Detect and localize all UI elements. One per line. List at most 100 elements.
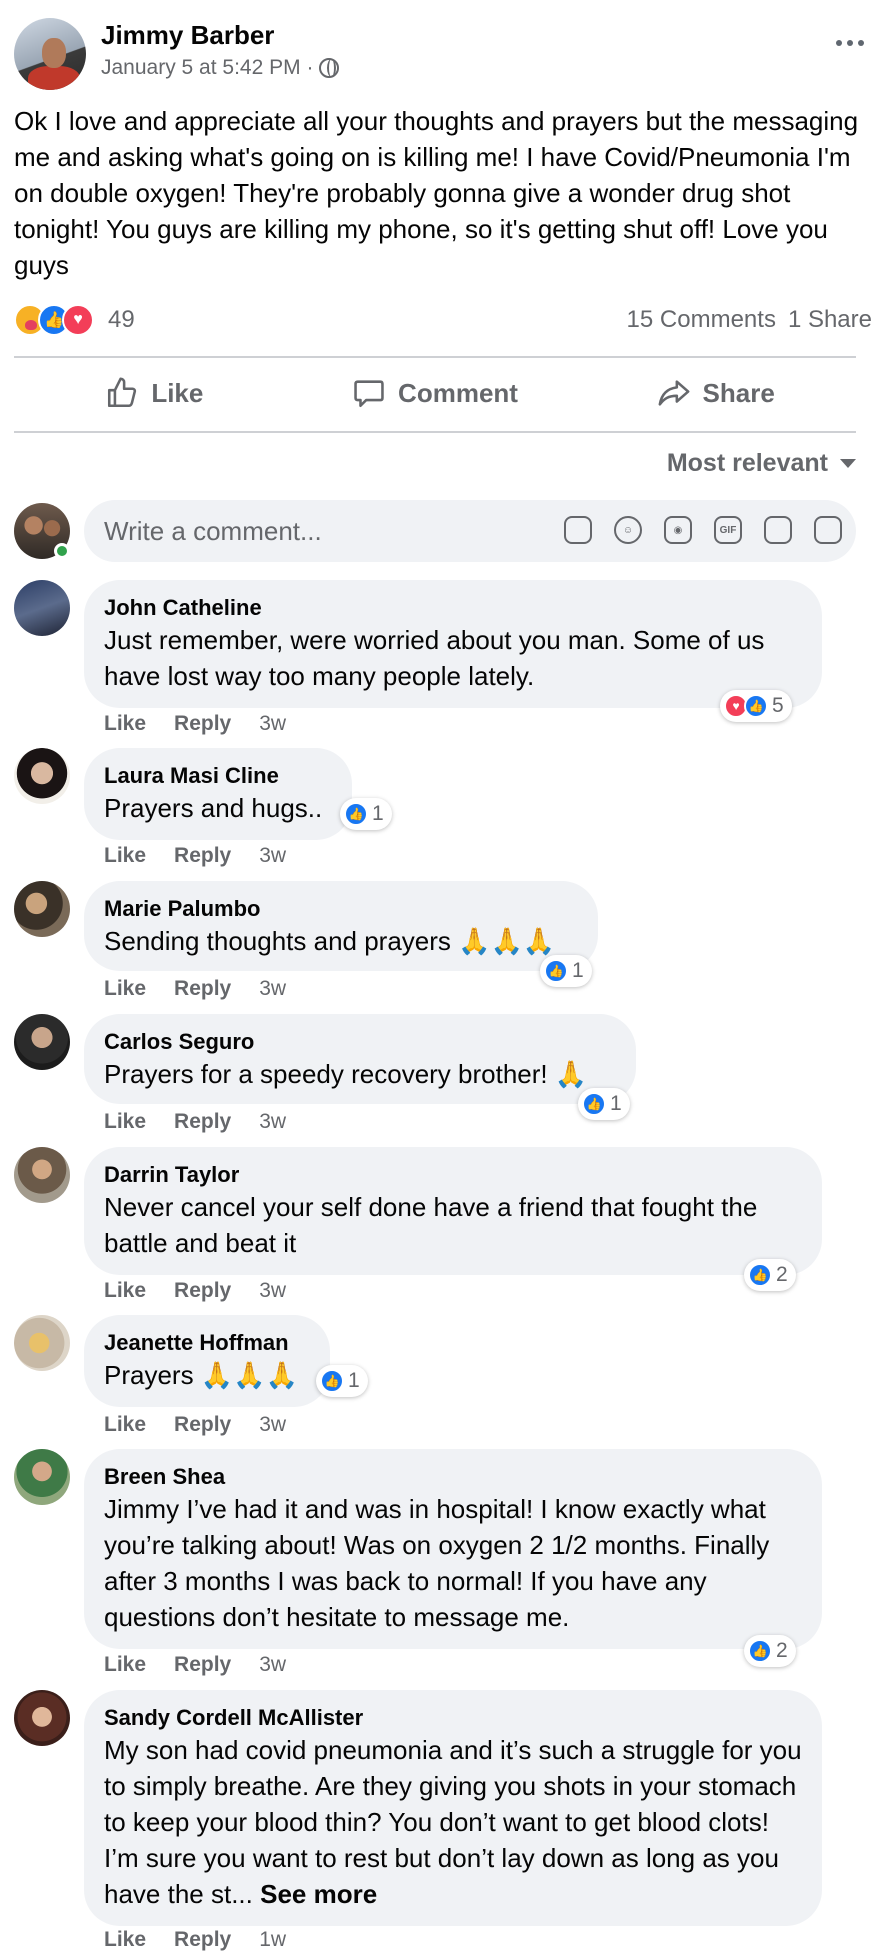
share-button[interactable]: Share — [575, 360, 856, 426]
commenter-avatar[interactable] — [14, 1449, 70, 1505]
sticker-icon[interactable] — [764, 516, 792, 544]
comment-reaction-count: 1 — [572, 959, 584, 982]
comment-reactions[interactable]: 👍 1 — [340, 798, 392, 830]
comment-reply-button[interactable]: Reply — [174, 1653, 231, 1677]
comment-composer: ☺ ◉ GIF — [84, 500, 856, 562]
comment-reply-button[interactable]: Reply — [174, 1413, 231, 1437]
commenter-avatar[interactable] — [14, 1690, 70, 1746]
author-name[interactable]: Jimmy Barber — [101, 20, 274, 51]
comment-like-button[interactable]: Like — [104, 1653, 146, 1677]
see-more-link[interactable]: See more — [260, 1879, 377, 1909]
comment-time[interactable]: 3w — [259, 844, 286, 868]
commenter-avatar[interactable] — [14, 1147, 70, 1203]
author-avatar[interactable] — [14, 18, 86, 90]
commenter-name[interactable]: Breen Shea — [104, 1463, 802, 1491]
comment-text-content: Prayers — [104, 1360, 194, 1390]
composer-tools: ☺ ◉ GIF — [564, 516, 842, 544]
avatar-sticker-icon[interactable] — [564, 516, 592, 544]
comment-time[interactable]: 3w — [259, 977, 286, 1001]
comment-bubble: Sandy Cordell McAllister My son had covi… — [84, 1690, 822, 1926]
like-reaction-icon: 👍 — [748, 1263, 772, 1287]
comment-text: Never cancel your self done have a frien… — [104, 1192, 758, 1258]
commenter-avatar[interactable] — [14, 748, 70, 804]
commenter-avatar[interactable] — [14, 1014, 70, 1070]
camera-icon[interactable]: ◉ — [664, 516, 692, 544]
comment-like-button[interactable]: Like — [104, 977, 146, 1001]
like-reaction-icon: 👍 — [320, 1369, 344, 1393]
comment-text: Prayers 🙏🙏🙏 — [104, 1357, 310, 1393]
comment-bubble: Breen Shea Jimmy I’ve had it and was in … — [84, 1449, 822, 1649]
sort-label: Most relevant — [666, 449, 828, 477]
comment-reply-button[interactable]: Reply — [174, 1110, 231, 1134]
emoji-icon[interactable]: ☺ — [614, 516, 642, 544]
post-timestamp[interactable]: January 5 at 5:42 PM · — [101, 56, 313, 80]
commenter-name[interactable]: Laura Masi Cline — [104, 762, 332, 790]
comment-time[interactable]: 1w — [259, 1928, 286, 1952]
commenter-avatar[interactable] — [14, 1315, 70, 1371]
comment-reactions[interactable]: 👍 2 — [744, 1259, 796, 1291]
reactions-summary[interactable]: 👍 ♥ 49 — [14, 302, 135, 338]
post-text: Ok I love and appreciate all your though… — [14, 106, 859, 280]
comment-text: Sending thoughts and prayers 🙏🙏🙏 — [104, 923, 578, 959]
comment-reply-button[interactable]: Reply — [174, 1928, 231, 1952]
comment-reply-button[interactable]: Reply — [174, 844, 231, 868]
caret-down-icon — [840, 459, 856, 468]
commenter-name[interactable]: Marie Palumbo — [104, 895, 578, 923]
comment-button[interactable]: Comment — [295, 360, 576, 426]
comment-time[interactable]: 3w — [259, 1413, 286, 1437]
comment-reactions[interactable]: 👍 1 — [578, 1088, 630, 1120]
praying-hands-emoji: 🙏 — [554, 1059, 588, 1089]
comment-time[interactable]: 3w — [259, 1279, 286, 1303]
shares-count[interactable]: 1 Share — [788, 306, 872, 334]
comment-sort-dropdown[interactable]: Most relevant — [667, 449, 856, 478]
post-comment-attach-icon[interactable] — [814, 516, 842, 544]
comment-reply-button[interactable]: Reply — [174, 1279, 231, 1303]
comment-text-content: Prayers for a speedy recovery brother! — [104, 1059, 548, 1089]
commenter-name[interactable]: Sandy Cordell McAllister — [104, 1704, 802, 1732]
comment-like-button[interactable]: Like — [104, 1928, 146, 1952]
commenter-name[interactable]: Jeanette Hoffman — [104, 1329, 310, 1357]
commenter-name[interactable]: John Catheline — [104, 594, 802, 622]
divider — [14, 431, 856, 433]
like-reaction-icon: 👍 — [544, 959, 568, 983]
commenter-name[interactable]: Darrin Taylor — [104, 1161, 802, 1189]
comment-reactions[interactable]: 👍 2 — [744, 1635, 796, 1667]
comment-bubble: Darrin Taylor Never cancel your self don… — [84, 1147, 822, 1275]
comment-like-button[interactable]: Like — [104, 1413, 146, 1437]
gif-icon[interactable]: GIF — [714, 516, 742, 544]
love-reaction-icon: ♥ — [62, 304, 94, 336]
comment-like-button[interactable]: Like — [104, 712, 146, 736]
comment-icon — [354, 380, 384, 408]
comment-time[interactable]: 3w — [259, 1110, 286, 1134]
commenter-avatar[interactable] — [14, 881, 70, 937]
comment-actions: Like Reply 3w — [104, 977, 286, 1001]
like-button[interactable]: Like — [14, 360, 295, 426]
comment-input[interactable] — [104, 500, 524, 562]
globe-icon — [319, 58, 340, 78]
comment-reactions[interactable]: 👍 1 — [316, 1365, 368, 1397]
comment-like-button[interactable]: Like — [104, 1279, 146, 1303]
comments-count[interactable]: 15 Comments — [627, 306, 776, 334]
comment-like-button[interactable]: Like — [104, 1110, 146, 1134]
comment-bubble: Marie Palumbo Sending thoughts and praye… — [84, 881, 598, 971]
post-meta: January 5 at 5:42 PM · — [101, 56, 340, 80]
comment-bubble: Laura Masi Cline Prayers and hugs.. — [84, 748, 352, 840]
more-options-icon[interactable] — [828, 28, 872, 58]
action-bar: Like Comment Share — [14, 360, 856, 426]
comment-time[interactable]: 3w — [259, 712, 286, 736]
comment-like-button[interactable]: Like — [104, 844, 146, 868]
comment-reactions[interactable]: ♥ 👍 5 — [720, 690, 792, 722]
comment-actions: Like Reply 3w — [104, 1279, 286, 1303]
comment-reactions[interactable]: 👍 1 — [540, 955, 592, 987]
commenter-name[interactable]: Carlos Seguro — [104, 1028, 616, 1056]
comment-reaction-count: 1 — [372, 802, 384, 825]
comment-reply-button[interactable]: Reply — [174, 712, 231, 736]
comment-reply-button[interactable]: Reply — [174, 977, 231, 1001]
engagement-counts: 15 Comments 1 Share — [627, 306, 872, 334]
comment-actions: Like Reply 3w — [104, 1653, 286, 1677]
like-reaction-icon: 👍 — [582, 1092, 606, 1116]
comment-reaction-count: 2 — [776, 1263, 788, 1286]
comment-time[interactable]: 3w — [259, 1653, 286, 1677]
comment-bubble: Jeanette Hoffman Prayers 🙏🙏🙏 — [84, 1315, 330, 1407]
commenter-avatar[interactable] — [14, 580, 70, 636]
